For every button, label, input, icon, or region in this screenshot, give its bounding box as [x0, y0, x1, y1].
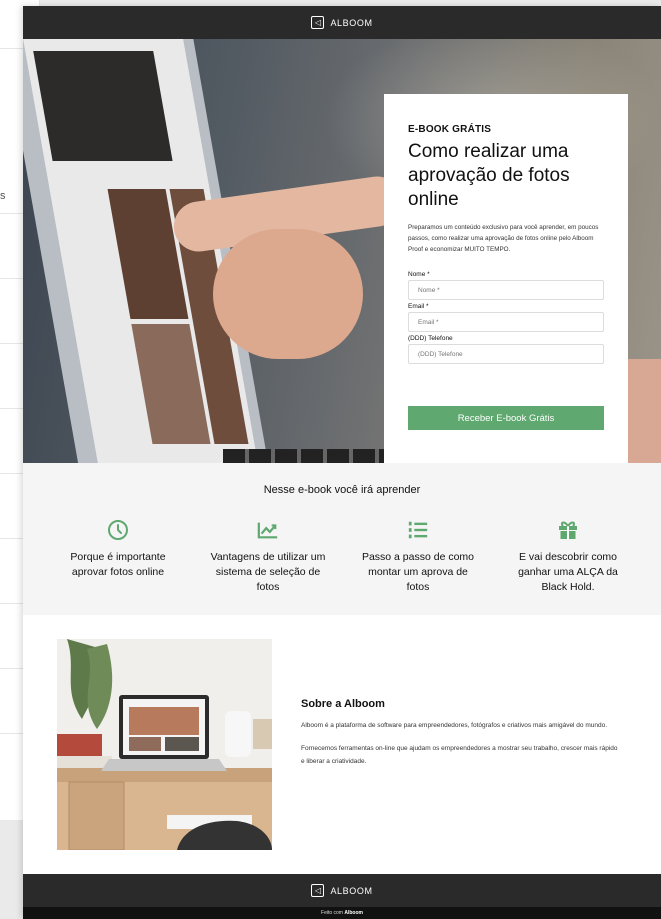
landing-page-window: ◁ ALBOOM E-BOOK GRÁTIS Como realizar uma…: [23, 6, 661, 919]
desk-workspace-image: [57, 639, 272, 850]
brand-name: ALBOOM: [330, 17, 373, 28]
about-paragraph: Alboom é a plataforma de software para e…: [301, 722, 608, 729]
footer-logo[interactable]: ◁ ALBOOM: [311, 884, 372, 897]
email-label: Email *: [408, 303, 429, 310]
made-with-link[interactable]: Alboom: [344, 910, 363, 916]
about-title: Sobre a Alboom: [301, 698, 385, 710]
name-input[interactable]: [408, 280, 604, 300]
feature-item: Porque é importante aprovar fotos online: [43, 519, 193, 595]
brand-logo[interactable]: ◁ ALBOOM: [311, 16, 372, 29]
learn-title: Nesse e-book você irá aprender: [263, 484, 421, 496]
gift-icon: [557, 519, 579, 541]
phone-label: (DDD) Telefone: [408, 335, 453, 342]
feature-item: E vai descobrir como ganhar uma ALÇA da …: [493, 519, 643, 595]
ebook-form-card: E-BOOK GRÁTIS Como realizar uma aprovaçã…: [384, 94, 628, 463]
receive-ebook-button[interactable]: Receber E-book Grátis: [408, 406, 604, 430]
alboom-logo-icon: ◁: [311, 884, 325, 897]
email-input[interactable]: [408, 312, 604, 332]
feature-text: Vantagens de utilizar um sistema de sele…: [210, 551, 326, 593]
clock-icon: [107, 519, 129, 541]
hero-section: E-BOOK GRÁTIS Como realizar uma aprovaçã…: [23, 39, 661, 463]
background-text-fragment: s: [0, 190, 6, 202]
made-with-bar: Feito com Alboom: [23, 907, 661, 919]
ebook-kicker: E-BOOK GRÁTIS: [408, 124, 492, 135]
screen-photo-dark: [33, 51, 173, 161]
about-text-block: Sobre a Alboom Alboom é a plataforma de …: [301, 698, 621, 778]
footer-bar: ◁ ALBOOM: [23, 874, 661, 907]
chart-icon: [257, 519, 279, 541]
feature-text: Passo a passo de como montar um aprova d…: [361, 551, 475, 593]
learn-section: Nesse e-book você irá aprender Porque é …: [23, 463, 661, 615]
header-bar: ◁ ALBOOM: [23, 6, 661, 39]
alboom-logo-icon: ◁: [311, 16, 325, 29]
feature-item: Vantagens de utilizar um sistema de sele…: [193, 519, 343, 595]
name-label: Nome *: [408, 271, 430, 278]
phone-input[interactable]: [408, 344, 604, 364]
about-section: Sobre a Alboom Alboom é a plataforma de …: [23, 615, 661, 874]
brand-name: ALBOOM: [330, 885, 373, 896]
hand-image: [213, 229, 363, 359]
feature-list: Porque é importante aprovar fotos online…: [43, 519, 643, 595]
numbered-list-icon: [407, 519, 429, 541]
feature-text: E vai descobrir como ganhar uma ALÇA da …: [518, 551, 618, 593]
hero-description: Preparamos um conteúdo exclusivo para vo…: [408, 224, 599, 253]
hero-title: Como realizar uma aprovação de fotos onl…: [408, 141, 570, 210]
made-with-prefix: Feito com: [321, 910, 343, 916]
about-paragraph: Fornecemos ferramentas on-line que ajuda…: [301, 745, 618, 765]
feature-text: Porque é importante aprovar fotos online: [70, 551, 166, 578]
feature-item: Passo a passo de como montar um aprova d…: [343, 519, 493, 595]
